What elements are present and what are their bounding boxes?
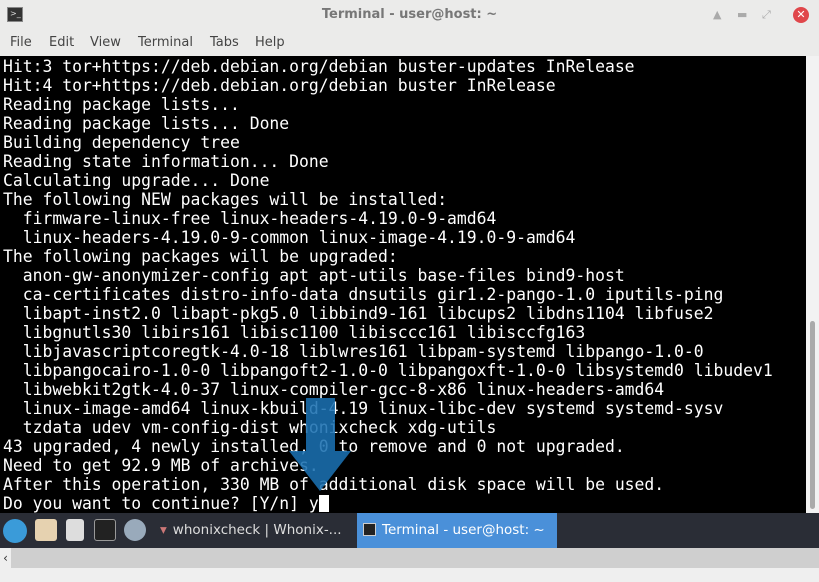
terminal-line: The following packages will be upgraded: [3, 247, 398, 266]
window-title: Terminal - user@host: ~ [321, 7, 498, 22]
file-manager-icon[interactable] [35, 519, 57, 541]
terminal-line: linux-image-amd64 linux-kbuild-4.19 linu… [3, 399, 724, 418]
taskbar: ▾ whonixcheck | Whonix-... Terminal - use… [0, 513, 819, 548]
menu-view[interactable]: View [90, 35, 121, 50]
terminal-line: libwebkit2gtk-4.0-37 linux-compiler-gcc-… [3, 380, 665, 399]
terminal-line: linux-headers-4.19.0-9-common linux-imag… [3, 228, 576, 247]
whonixcheck-icon: ▾ [160, 522, 167, 538]
shade-icon[interactable]: ▲ [713, 8, 721, 21]
terminal-line: The following NEW packages will be insta… [3, 190, 448, 209]
terminal-line: libgnutls30 libirs161 libisc1100 libiscc… [3, 323, 586, 342]
terminal-line: libjavascriptcoregtk-4.0-18 liblwres161 … [3, 342, 704, 361]
title-bar: >_ Terminal - user@host: ~ ▲ ▬ ⤢ ✕ [0, 0, 819, 31]
cursor [318, 495, 329, 512]
bottom-panel: ‹ [0, 548, 819, 568]
prompt-text: Do you want to continue? [Y/n] [3, 494, 309, 513]
task-terminal[interactable]: Terminal - user@host: ~ [357, 513, 557, 548]
task-label: whonixcheck | Whonix-... [172, 522, 342, 538]
scrollbar-thumb[interactable] [810, 321, 815, 509]
terminal-task-icon [363, 523, 376, 536]
down-arrow-annotation-icon [289, 398, 351, 491]
minimize-button[interactable]: ▬ [737, 8, 747, 21]
terminal-line: Reading package lists... Done [3, 114, 290, 133]
terminal-launcher-icon[interactable] [94, 519, 116, 541]
task-label: Terminal - user@host: ~ [382, 522, 545, 538]
scrollbar[interactable] [806, 56, 819, 513]
terminal-line: Calculating upgrade... Done [3, 171, 270, 190]
terminal-line: tzdata udev vm-config-dist whonixcheck x… [3, 418, 497, 437]
terminal-line: Reading package lists... [3, 95, 240, 114]
terminal-line: firmware-linux-free linux-headers-4.19.0… [3, 209, 497, 228]
terminal-line: Need to get 92.9 MB of archives. [3, 456, 319, 475]
task-whonixcheck[interactable]: ▾ whonixcheck | Whonix-... [160, 513, 355, 548]
terminal-line: ca-certificates distro-info-data dnsutil… [3, 285, 724, 304]
terminal-line: libpangocairo-1.0-0 libpangoft2-1.0-0 li… [3, 361, 773, 380]
terminal-line: Hit:4 tor+https://deb.debian.org/debian … [3, 76, 556, 95]
menu-terminal[interactable]: Terminal [138, 35, 193, 50]
terminal-line: Hit:3 tor+https://deb.debian.org/debian … [3, 57, 635, 76]
file-cabinet-icon[interactable] [66, 519, 84, 541]
chevron-left-icon[interactable]: ‹ [0, 548, 11, 568]
menu-bar: File Edit View Terminal Tabs Help [0, 31, 819, 56]
maximize-button[interactable]: ⤢ [762, 8, 771, 22]
terminal-output[interactable]: Hit:3 tor+https://deb.debian.org/debian … [0, 56, 806, 513]
terminal-line: Reading state information... Done [3, 152, 329, 171]
menu-edit[interactable]: Edit [49, 35, 74, 50]
whisker-menu-icon[interactable] [3, 519, 27, 543]
terminal-line: Building dependency tree [3, 133, 240, 152]
terminal-line: After this operation, 330 MB of addition… [3, 475, 665, 494]
menu-file[interactable]: File [10, 35, 32, 50]
terminal-line: libapt-inst2.0 libapt-pkg5.0 libbind9-16… [3, 304, 714, 323]
menu-help[interactable]: Help [255, 35, 285, 50]
prompt-input: y [308, 494, 319, 513]
terminal-line: 43 upgraded, 4 newly installed, 0 to rem… [3, 437, 625, 456]
terminal-line: anon-gw-anonymizer-config apt apt-utils … [3, 266, 625, 285]
close-button[interactable]: ✕ [793, 7, 809, 23]
tor-browser-icon[interactable] [124, 519, 146, 541]
menu-tabs[interactable]: Tabs [210, 35, 239, 50]
